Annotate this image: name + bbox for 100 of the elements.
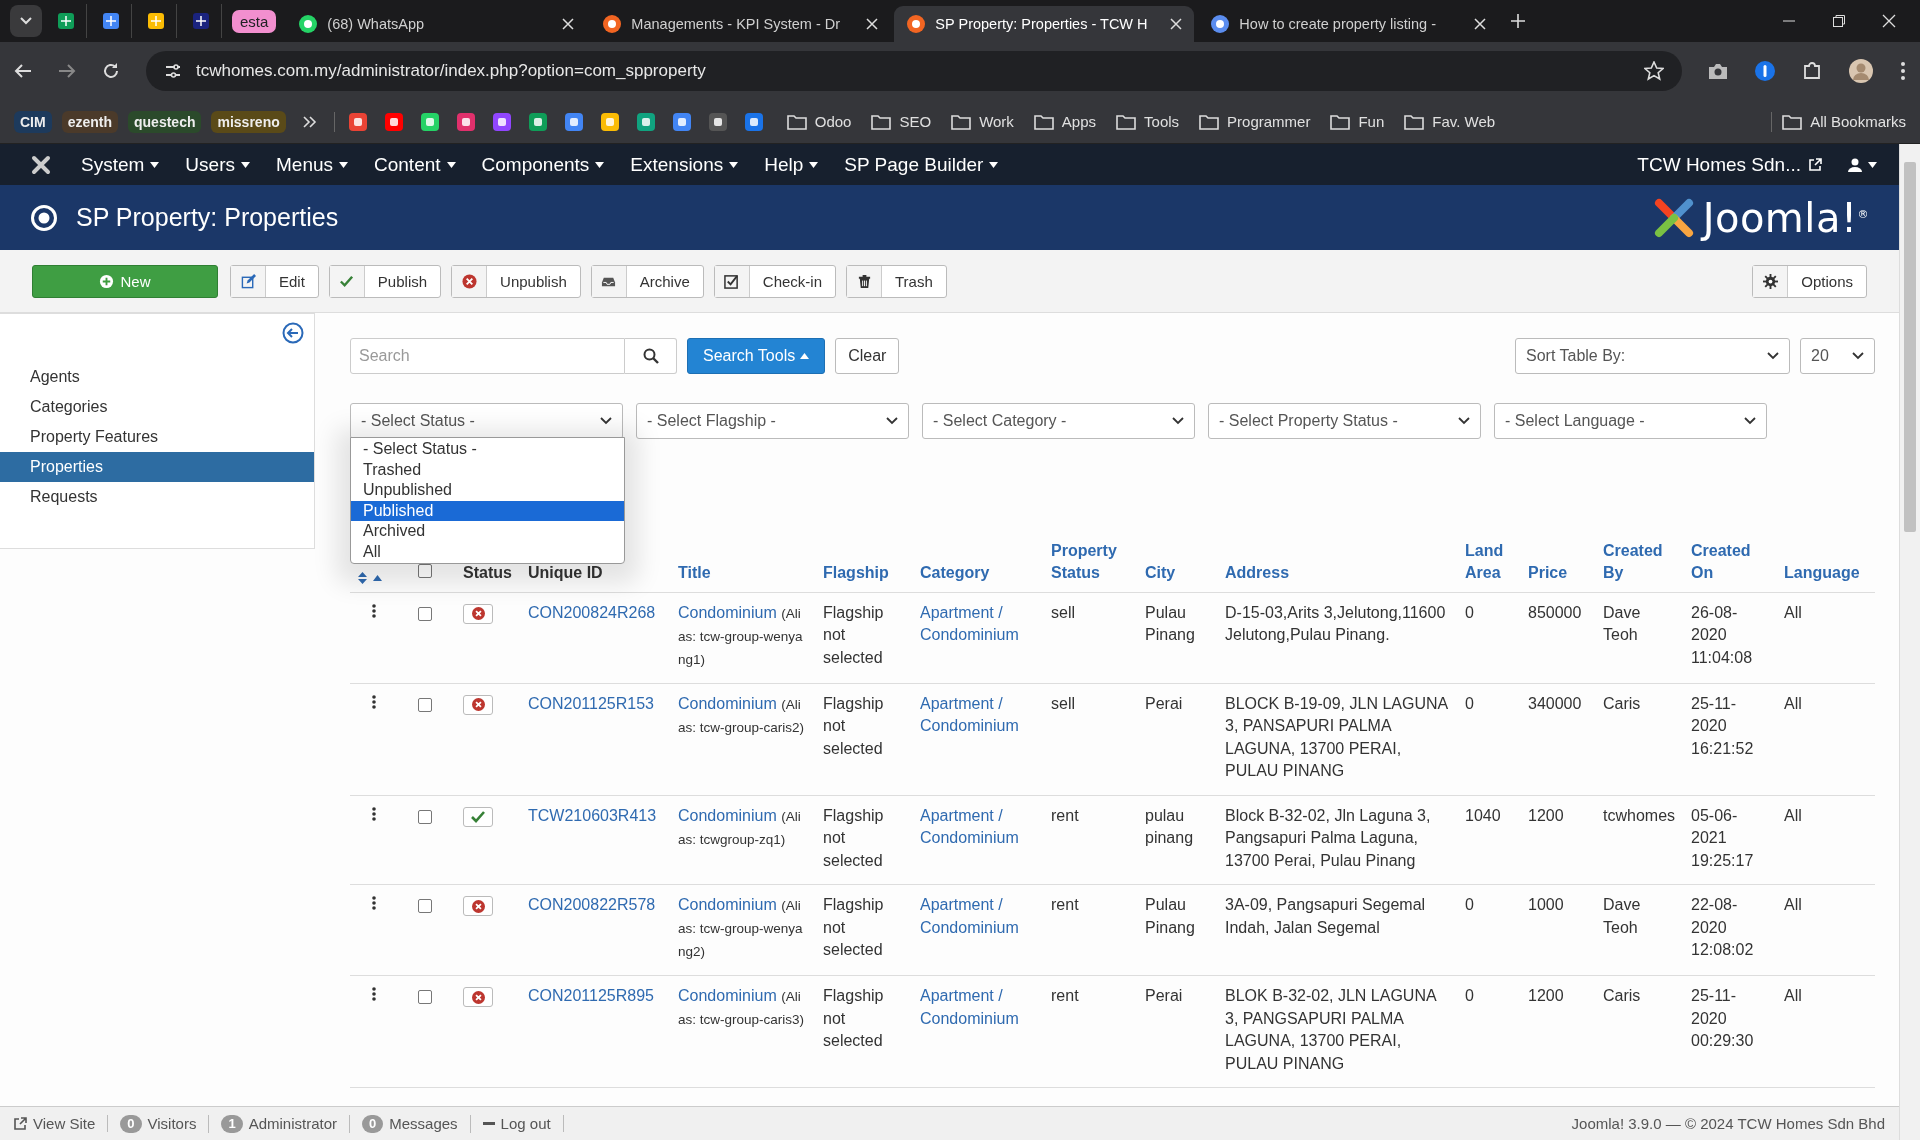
- sidebar-item[interactable]: Properties: [0, 452, 314, 482]
- browser-tab[interactable]: SP Property: Properties - TCW H: [894, 6, 1195, 42]
- menu-item[interactable]: Content: [361, 144, 469, 185]
- status-toggle-button[interactable]: [463, 806, 493, 827]
- bookmark-icon[interactable]: [527, 111, 548, 132]
- title-link[interactable]: Condominium: [678, 987, 777, 1004]
- edit-button[interactable]: Edit: [230, 264, 319, 298]
- bookmark-group[interactable]: missreno: [211, 110, 286, 133]
- search-tools-button[interactable]: Search Tools: [687, 338, 826, 374]
- title-link[interactable]: Condominium: [678, 694, 777, 712]
- category-link[interactable]: Apartment / Condominium: [920, 692, 1035, 738]
- drag-handle-icon[interactable]: [372, 896, 376, 910]
- column-header[interactable]: Language: [1784, 561, 1867, 584]
- menu-item[interactable]: Extensions: [617, 144, 752, 185]
- bookmark-group[interactable]: CIM: [14, 110, 52, 133]
- menu-item[interactable]: SP Page Builder: [831, 144, 1012, 185]
- checkbox[interactable]: [418, 990, 432, 1004]
- forward-icon[interactable]: [58, 62, 76, 80]
- dropdown-option[interactable]: - Select Status -: [351, 439, 624, 460]
- column-header[interactable]: Property Status: [1051, 539, 1129, 584]
- unique-id-link[interactable]: CON200824R268: [528, 603, 656, 621]
- bookmark-folder[interactable]: SEO: [871, 113, 932, 130]
- status-label[interactable]: Messages: [389, 1115, 458, 1132]
- bookmark-folder[interactable]: Programmer: [1199, 113, 1311, 130]
- menu-item[interactable]: Users: [172, 144, 263, 185]
- filter-select[interactable]: - Select Status -: [350, 403, 623, 439]
- options-button[interactable]: Options: [1752, 264, 1867, 298]
- address-bar[interactable]: tcwhomes.com.my/administrator/index.php?option=com_spproperty: [146, 51, 1682, 91]
- sort-select[interactable]: Sort Table By:: [1515, 338, 1790, 374]
- category-link[interactable]: Apartment / Condominium: [920, 804, 1035, 850]
- close-icon[interactable]: [866, 18, 879, 30]
- bookmark-icon[interactable]: [491, 111, 512, 132]
- checkbox[interactable]: [418, 606, 432, 621]
- checkin-button[interactable]: Check-in: [713, 264, 836, 298]
- new-tab-icon[interactable]: [1510, 13, 1527, 29]
- clear-button[interactable]: Clear: [835, 338, 900, 374]
- title-link[interactable]: Condominium: [678, 896, 777, 913]
- site-settings-icon[interactable]: [164, 62, 182, 80]
- column-header[interactable]: Address: [1225, 561, 1449, 584]
- browser-tab[interactable]: Managements - KPI System - Dr: [590, 6, 891, 42]
- bookmark-icon[interactable]: [419, 111, 440, 132]
- dropdown-option[interactable]: Published: [351, 500, 624, 521]
- drag-handle-icon[interactable]: [372, 694, 376, 709]
- status-toggle-button[interactable]: [463, 603, 493, 624]
- column-header[interactable]: City: [1145, 561, 1209, 584]
- drag-handle-icon[interactable]: [372, 806, 376, 821]
- search-field[interactable]: Search: [350, 338, 625, 374]
- caret-icon[interactable]: [373, 574, 382, 581]
- restore-icon[interactable]: [1832, 14, 1846, 28]
- close-icon[interactable]: [1474, 18, 1487, 30]
- bookmark-icon[interactable]: [563, 111, 584, 132]
- menu-icon[interactable]: [1900, 61, 1906, 81]
- tab-group-label[interactable]: esta: [232, 9, 277, 33]
- search-button[interactable]: [625, 338, 677, 374]
- dropdown-option[interactable]: Unpublished: [351, 480, 624, 501]
- bookmark-icon[interactable]: [347, 111, 368, 132]
- pinned-tab-icon[interactable]: [146, 11, 166, 31]
- bookmark-icon[interactable]: [455, 111, 476, 132]
- unique-id-link[interactable]: CON201125R895: [528, 987, 654, 1004]
- bookmark-group[interactable]: ezenth: [61, 110, 118, 133]
- menu-item[interactable]: Components: [468, 144, 618, 185]
- bookmark-folder[interactable]: Fav. Web: [1404, 113, 1496, 130]
- drag-handle-icon[interactable]: [372, 603, 376, 618]
- menu-item[interactable]: System: [68, 144, 173, 185]
- unpublish-button[interactable]: Unpublish: [451, 264, 581, 298]
- bookmark-star-icon[interactable]: [1644, 61, 1664, 81]
- status-toggle-button[interactable]: [463, 896, 493, 916]
- extension-icon[interactable]: [1754, 60, 1776, 82]
- bookmark-folder[interactable]: All Bookmarks: [1782, 113, 1906, 130]
- avatar-icon[interactable]: [1848, 58, 1874, 84]
- sidebar-item[interactable]: Agents: [0, 362, 314, 392]
- dropdown-option[interactable]: Trashed: [351, 459, 624, 480]
- close-icon[interactable]: [562, 18, 575, 30]
- pinned-tab-icon[interactable]: [56, 11, 76, 31]
- dropdown-option[interactable]: All: [351, 541, 624, 562]
- sidebar-item[interactable]: Property Features: [0, 422, 314, 452]
- unique-id-link[interactable]: CON200822R578: [528, 896, 656, 913]
- checkbox[interactable]: [418, 899, 432, 913]
- bookmark-folder[interactable]: Apps: [1033, 113, 1097, 130]
- close-icon[interactable]: [1882, 14, 1896, 28]
- bookmark-icon[interactable]: [383, 111, 404, 132]
- publish-button[interactable]: Publish: [328, 264, 442, 298]
- archive-button[interactable]: Archive: [590, 264, 704, 298]
- category-link[interactable]: Apartment / Condominium: [920, 601, 1035, 647]
- filter-select[interactable]: - Select Flagship -: [636, 403, 909, 439]
- scrollbar-thumb[interactable]: [1904, 162, 1916, 532]
- sort-icon[interactable]: [358, 571, 367, 584]
- filter-select[interactable]: - Select Language -: [1494, 403, 1767, 439]
- bookmark-group[interactable]: questech: [128, 110, 202, 133]
- close-icon[interactable]: [1170, 18, 1183, 30]
- filter-select[interactable]: - Select Category -: [922, 403, 1195, 439]
- column-header[interactable]: Title: [678, 561, 807, 584]
- more-chevron-icon[interactable]: [301, 114, 318, 129]
- menu-item[interactable]: Help: [751, 144, 832, 185]
- bookmark-folder[interactable]: Odoo: [786, 113, 852, 130]
- bookmark-folder[interactable]: Fun: [1330, 113, 1385, 130]
- column-header[interactable]: Flagship: [823, 561, 904, 584]
- status-label[interactable]: Visitors: [147, 1115, 197, 1132]
- dropdown-option[interactable]: Archived: [351, 521, 624, 542]
- status-label[interactable]: Administrator: [248, 1115, 337, 1132]
